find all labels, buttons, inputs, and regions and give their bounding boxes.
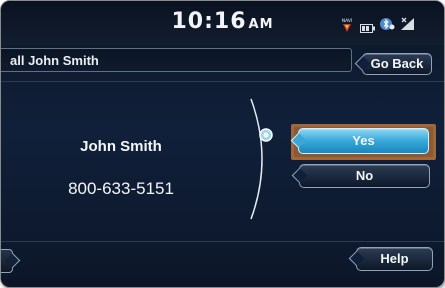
battery-icon <box>360 20 375 38</box>
svg-text:NAVI: NAVI <box>342 18 353 24</box>
divider <box>1 241 444 242</box>
yes-label: Yes <box>352 133 375 148</box>
navi-icon: NAVI <box>340 17 354 32</box>
clock: 10:16 AM <box>1 9 444 34</box>
contact-number: 800-633-5151 <box>68 179 174 198</box>
help-label: Help <box>380 251 409 266</box>
selector-arc <box>250 98 273 220</box>
infotainment-screen: 10:16 AM NAVI all John Smith Go Back Joh… <box>0 0 445 288</box>
status-bar: 10:16 AM NAVI <box>1 1 444 45</box>
clock-ampm: AM <box>248 17 274 32</box>
call-text-field: all John Smith <box>1 48 352 72</box>
no-button[interactable]: No <box>291 164 430 188</box>
yes-button[interactable]: Yes <box>290 128 429 154</box>
clock-time: 10:16 <box>171 9 247 34</box>
no-label: No <box>355 168 374 183</box>
signal-icon <box>400 17 416 36</box>
bluetooth-icon <box>380 17 395 36</box>
help-button[interactable]: Help <box>348 247 433 271</box>
go-back-label: Go Back <box>370 56 424 71</box>
divider <box>1 81 444 82</box>
contact-name: John Smith <box>80 138 162 155</box>
go-back-button[interactable]: Go Back <box>354 53 432 75</box>
previous-tab-button[interactable] <box>1 249 21 273</box>
